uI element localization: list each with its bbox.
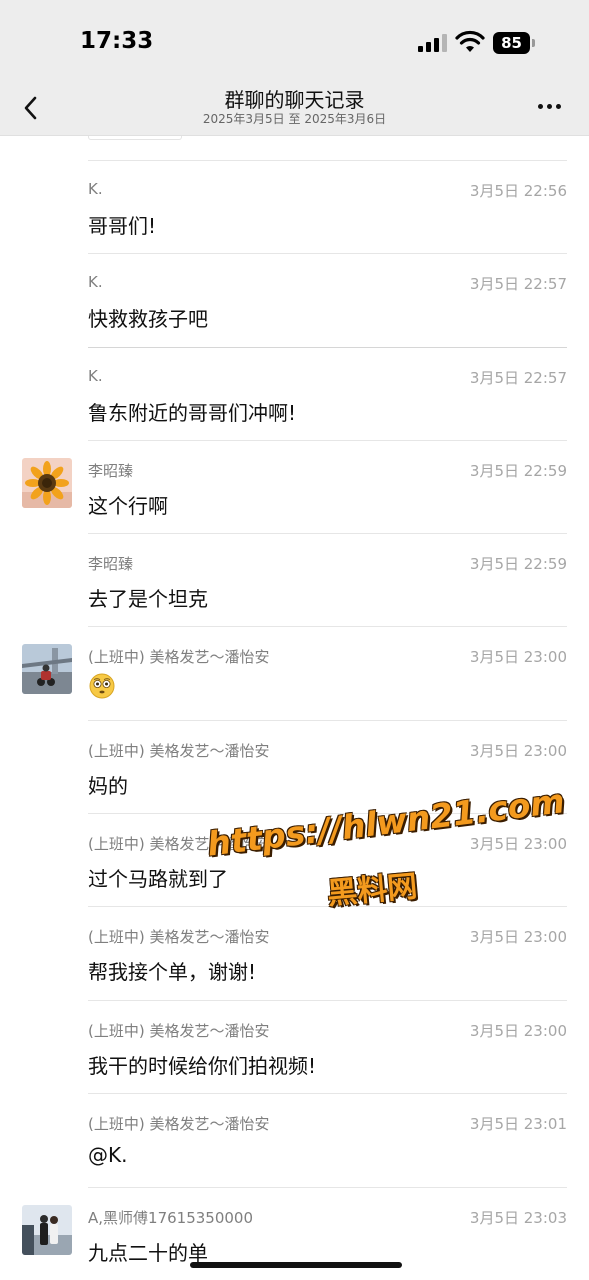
sender-name: 李昭臻 <box>88 462 134 480</box>
list-item[interactable]: K. 3月5日 22:57 鲁东附近的哥哥们冲啊! <box>0 347 589 440</box>
chat-history-list[interactable]: K. 3月5日 22:56 哥哥们! K. 3月5日 22:57 快救救孩子吧 … <box>0 136 589 1280</box>
battery-icon: 85 <box>493 32 535 54</box>
list-item[interactable]: 李昭臻 3月5日 22:59 这个行啊 <box>0 440 589 533</box>
message-time: 3月5日 23:00 <box>469 648 567 666</box>
sender-name: K. <box>88 273 103 291</box>
sender-name: (上班中) 美格发艺～潘怡安 <box>88 928 270 946</box>
status-bar: 17:33 85 <box>0 0 589 84</box>
message-time: 3月5日 23:00 <box>469 1022 567 1040</box>
battery-level: 85 <box>493 32 530 54</box>
flushed-face-emoji <box>89 673 115 699</box>
message-text: 快救救孩子吧 <box>88 307 208 331</box>
list-item[interactable]: K. 3月5日 22:57 快救救孩子吧 <box>0 253 589 346</box>
sender-name: (上班中) 美格发艺～潘怡安 <box>88 835 270 853</box>
list-item[interactable]: (上班中) 美格发艺～潘怡安 3月5日 23:01 @K. <box>0 1093 589 1186</box>
page-title: 群聊的聊天记录 <box>224 88 365 112</box>
message-time: 3月5日 22:57 <box>469 275 567 293</box>
message-time: 3月5日 23:01 <box>469 1115 567 1133</box>
message-time: 3月5日 22:56 <box>469 182 567 200</box>
motorcycle-avatar[interactable] <box>22 644 72 694</box>
message-text: 帮我接个单，谢谢! <box>88 960 257 984</box>
message-text: 鲁东附近的哥哥们冲啊! <box>88 401 297 425</box>
message-text: 过个马路就到了 <box>88 867 228 891</box>
message-text: 去了是个坦克 <box>88 587 208 611</box>
list-item[interactable]: (上班中) 美格发艺～潘怡安 3月5日 23:00 妈的 <box>0 720 589 813</box>
list-item[interactable]: 李昭臻 3月5日 22:59 去了是个坦克 <box>0 533 589 626</box>
home-indicator[interactable] <box>190 1262 402 1268</box>
cellular-signal-icon <box>418 34 448 52</box>
list-item[interactable]: (上班中) 美格发艺～潘怡安 3月5日 23:00 帮我接个单，谢谢! <box>0 906 589 999</box>
message-text: 哥哥们! <box>88 214 157 238</box>
message-text: 妈的 <box>88 774 128 798</box>
sender-name: A,黑师傅17615350000 <box>88 1209 254 1227</box>
nav-bar: 群聊的聊天记录 2025年3月5日 至 2025年3月6日 <box>0 84 589 136</box>
sender-name: (上班中) 美格发艺～潘怡安 <box>88 1022 270 1040</box>
more-options-button[interactable] <box>536 96 564 114</box>
message-time: 3月5日 22:57 <box>469 369 567 387</box>
couple-photo-avatar[interactable] <box>22 1205 72 1255</box>
status-time: 17:33 <box>80 28 154 54</box>
sender-name: K. <box>88 180 103 198</box>
wifi-icon <box>455 30 485 52</box>
sender-name: 李昭臻 <box>88 555 134 573</box>
sender-name: (上班中) 美格发艺～潘怡安 <box>88 1115 270 1133</box>
message-time: 3月5日 22:59 <box>469 462 567 480</box>
message-text: 这个行啊 <box>88 494 168 518</box>
list-item[interactable]: (上班中) 美格发艺～潘怡安 3月5日 23:00 过个马路就到了 <box>0 813 589 906</box>
date-range-subtitle: 2025年3月5日 至 2025年3月6日 <box>202 112 387 126</box>
message-time: 3月5日 23:00 <box>469 928 567 946</box>
message-text: @K. <box>88 1143 128 1167</box>
sender-name: (上班中) 美格发艺～潘怡安 <box>88 742 270 760</box>
sender-name: K. <box>88 367 103 385</box>
message-time: 3月5日 23:00 <box>469 742 567 760</box>
sender-name: (上班中) 美格发艺～潘怡安 <box>88 648 270 666</box>
sunflower-avatar[interactable] <box>22 458 72 508</box>
partial-previous-item <box>88 136 182 140</box>
list-item[interactable]: (上班中) 美格发艺～潘怡安 3月5日 23:00 <box>0 626 589 719</box>
message-text: 我干的时候给你们拍视频! <box>88 1054 317 1078</box>
list-item[interactable]: (上班中) 美格发艺～潘怡安 3月5日 23:00 我干的时候给你们拍视频! <box>0 1000 589 1093</box>
message-time: 3月5日 23:00 <box>469 835 567 853</box>
message-time: 3月5日 23:03 <box>469 1209 567 1227</box>
message-time: 3月5日 22:59 <box>469 555 567 573</box>
message-text: 九点二十的单 <box>88 1241 208 1265</box>
list-item[interactable]: K. 3月5日 22:56 哥哥们! <box>0 160 589 253</box>
